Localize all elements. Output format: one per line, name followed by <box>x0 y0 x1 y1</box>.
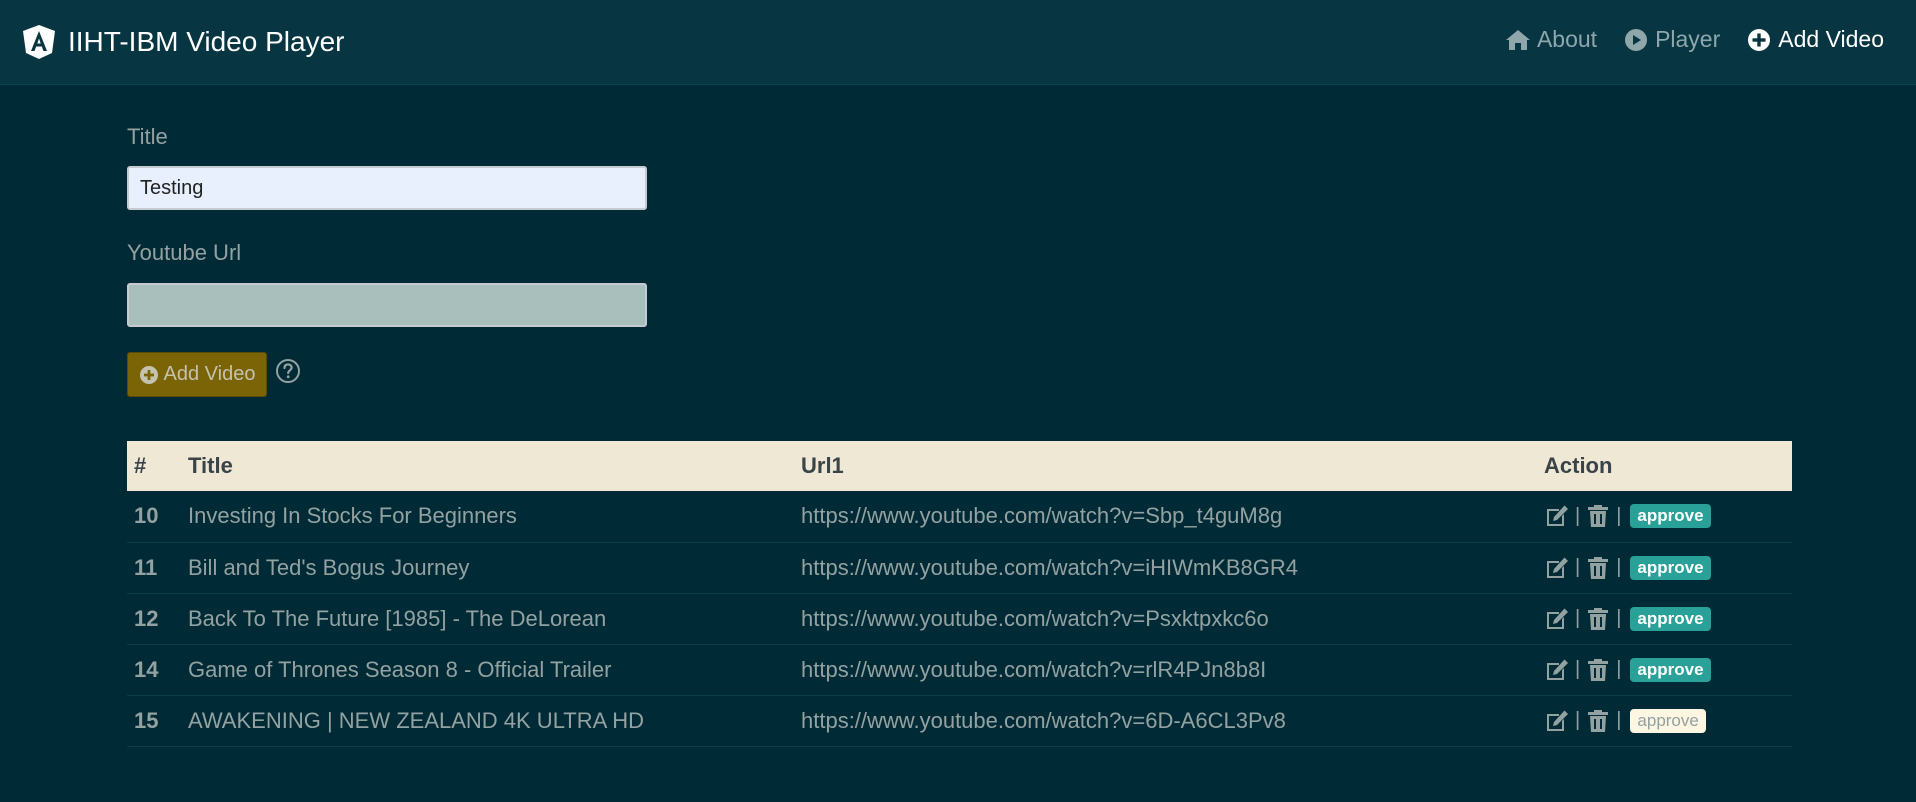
row-url: https://www.youtube.com/watch?v=Sbp_t4gu… <box>801 503 1283 529</box>
play-circle-icon <box>1625 28 1648 51</box>
edit-icon[interactable] <box>1544 657 1570 683</box>
row-id: 12 <box>134 605 159 631</box>
url-label: Youtube Url <box>127 240 242 265</box>
trash-icon[interactable] <box>1585 606 1611 632</box>
brand-title: IIHT-IBM Video Player <box>68 26 345 57</box>
trash-icon[interactable] <box>1585 555 1611 581</box>
table-row: 12 Back To The Future [1985] - The DeLore… <box>127 593 1792 644</box>
header-url: Url1 <box>801 453 844 478</box>
approve-button[interactable]: approve <box>1630 657 1711 682</box>
action-separator: | <box>1616 709 1622 731</box>
row-actions: | | approve <box>1537 644 1792 695</box>
edit-icon[interactable] <box>1544 606 1570 632</box>
add-video-button[interactable]: Add Video <box>127 352 267 397</box>
nav-add-video-label: Add Video <box>1778 26 1884 52</box>
row-actions: | | approve <box>1537 695 1792 746</box>
edit-icon[interactable] <box>1544 708 1570 734</box>
action-separator: | <box>1616 607 1622 629</box>
home-icon <box>1505 29 1530 50</box>
header-action: Action <box>1544 453 1613 478</box>
brand[interactable]: IIHT-IBM Video Player <box>22 24 344 60</box>
table-row: 11 Bill and Ted's Bogus Journey https://ww… <box>127 542 1792 593</box>
nav-links: About Player Add Video <box>1505 26 1884 53</box>
row-title: AWAKENING | NEW ZEALAND 4K ULTRA HD <box>188 707 644 733</box>
row-url: https://www.youtube.com/watch?v=iHIWmKB8… <box>801 554 1299 580</box>
edit-icon[interactable] <box>1544 555 1570 581</box>
nav-player[interactable]: Player <box>1623 26 1720 53</box>
plus-circle-icon <box>139 365 158 384</box>
row-actions: | | approve <box>1537 542 1792 593</box>
navbar: IIHT-IBM Video Player About Player Add V… <box>0 0 1916 85</box>
action-separator: | <box>1616 658 1622 680</box>
action-separator: | <box>1575 556 1581 578</box>
trash-icon[interactable] <box>1585 708 1611 734</box>
table-row: 14 Game of Thrones Season 8 - Official Tr… <box>127 644 1792 695</box>
add-video-form: Title Youtube Url Add Video <box>127 124 647 397</box>
approve-button[interactable]: approve <box>1630 606 1711 631</box>
row-title: Game of Thrones Season 8 - Official Trai… <box>188 656 612 682</box>
row-url: https://www.youtube.com/watch?v=6D-A6CL3… <box>801 707 1286 733</box>
action-separator: | <box>1616 504 1622 527</box>
approve-button[interactable]: approve <box>1630 555 1711 580</box>
table-row: 15 AWAKENING | NEW ZEALAND 4K ULTRA HD htt… <box>127 695 1792 746</box>
approve-button[interactable]: approve <box>1630 708 1706 733</box>
row-url: https://www.youtube.com/watch?v=Psxktpxk… <box>801 605 1269 631</box>
row-actions: | | approve <box>1537 593 1792 644</box>
trash-icon[interactable] <box>1585 657 1611 683</box>
row-title: Bill and Ted's Bogus Journey <box>188 554 470 580</box>
add-video-button-label: Add Video <box>163 363 256 385</box>
angular-logo-icon <box>23 25 55 59</box>
action-separator: | <box>1575 658 1581 680</box>
header-title: Title <box>188 453 233 478</box>
title-input[interactable] <box>127 166 647 210</box>
action-separator: | <box>1575 504 1581 527</box>
action-separator: | <box>1616 556 1622 578</box>
nav-about[interactable]: About <box>1505 26 1597 53</box>
table-header-row: # Title Url1 Action <box>127 441 1792 491</box>
row-title: Back To The Future [1985] - The DeLorean <box>188 605 607 631</box>
videos-table: # Title Url1 Action 10 Investing In Stock… <box>127 441 1792 747</box>
row-id: 14 <box>134 656 159 682</box>
plus-circle-icon <box>1748 28 1771 51</box>
help-icon[interactable] <box>275 358 301 384</box>
row-id: 11 <box>134 554 158 580</box>
action-separator: | <box>1575 709 1581 731</box>
row-url: https://www.youtube.com/watch?v=rlR4PJn8… <box>801 656 1267 682</box>
header-id: # <box>134 453 147 478</box>
action-separator: | <box>1575 607 1581 629</box>
youtube-url-input[interactable] <box>127 283 647 327</box>
trash-icon[interactable] <box>1585 503 1611 529</box>
table-row: 10 Investing In Stocks For Beginners https… <box>127 491 1792 542</box>
row-id: 10 <box>134 503 159 529</box>
title-label: Title <box>127 124 168 149</box>
row-actions: | | approve <box>1537 491 1792 542</box>
nav-add-video[interactable]: Add Video <box>1746 26 1884 53</box>
approve-button[interactable]: approve <box>1630 504 1711 529</box>
row-title: Investing In Stocks For Beginners <box>188 503 517 529</box>
row-id: 15 <box>134 707 159 733</box>
nav-about-label: About <box>1536 26 1598 52</box>
edit-icon[interactable] <box>1544 503 1570 529</box>
nav-player-label: Player <box>1655 26 1721 52</box>
